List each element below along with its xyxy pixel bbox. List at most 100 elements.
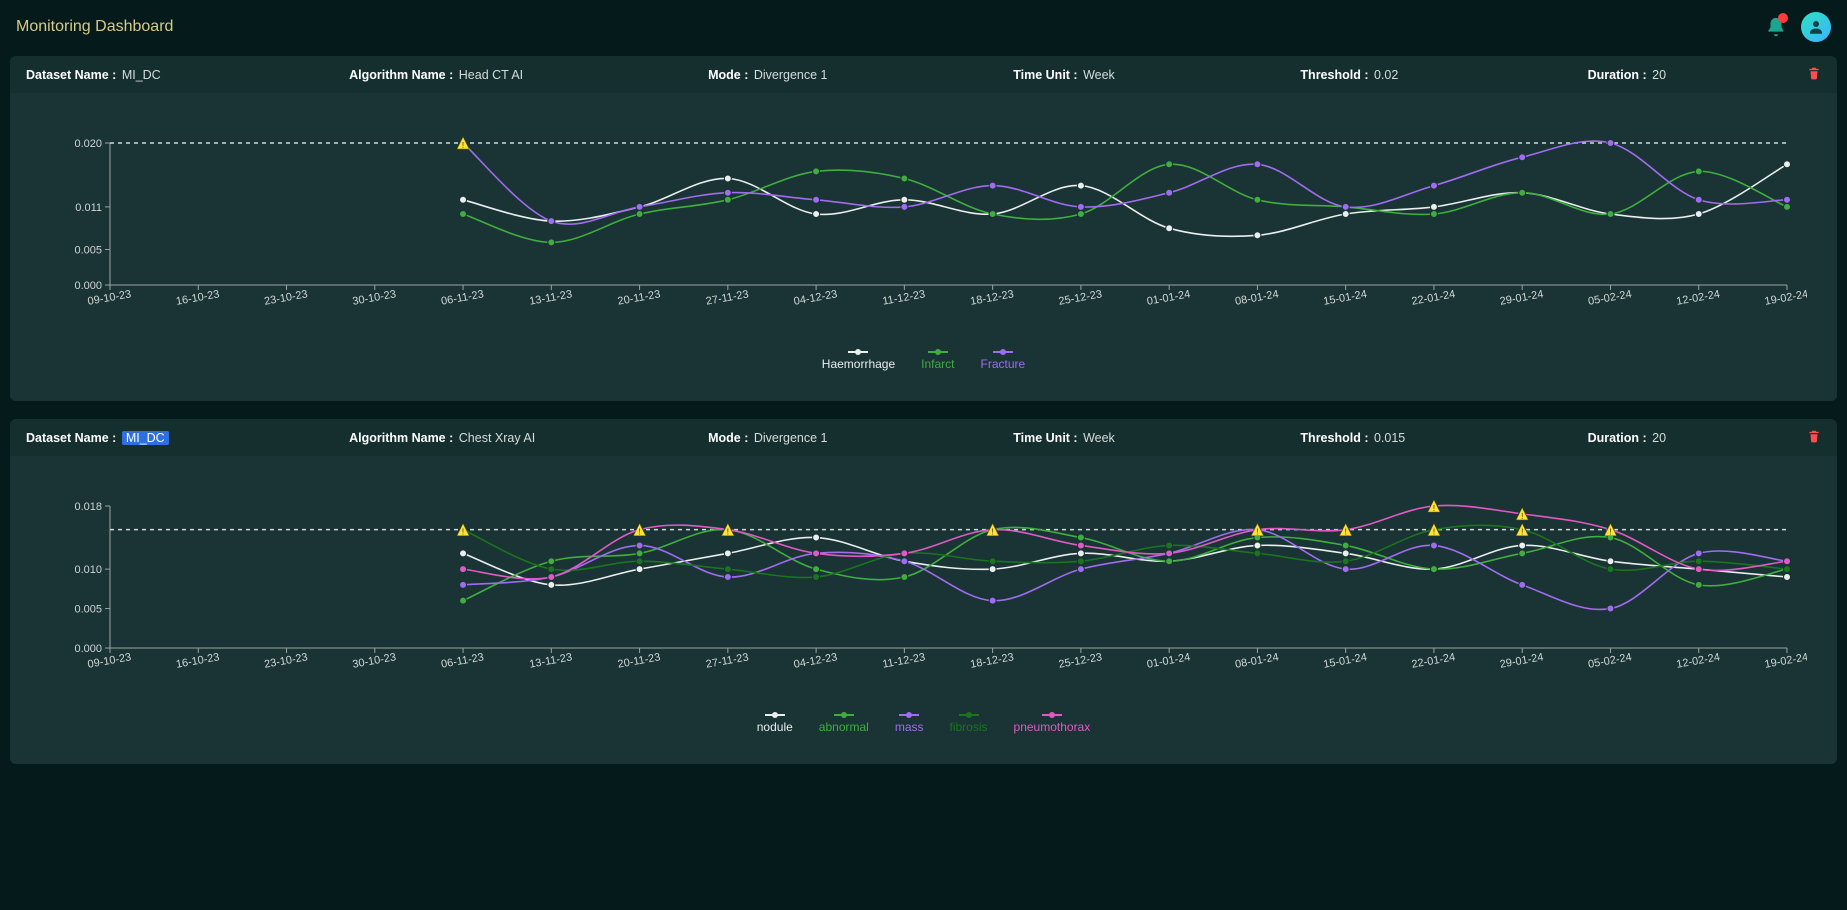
svg-text:16-10-23: 16-10-23 [175, 288, 220, 307]
panel-header: Dataset Name : MI_DC Algorithm Name : Ch… [10, 419, 1837, 456]
top-bar: Monitoring Dashboard [10, 8, 1837, 56]
user-icon [1807, 18, 1825, 36]
svg-text:!: ! [462, 528, 464, 537]
svg-text:25-12-23: 25-12-23 [1058, 651, 1103, 670]
svg-text:18-12-23: 18-12-23 [969, 288, 1014, 307]
svg-text:27-11-23: 27-11-23 [705, 288, 750, 307]
svg-text:23-10-23: 23-10-23 [263, 651, 308, 670]
user-avatar[interactable] [1801, 12, 1831, 42]
svg-text:08-01-24: 08-01-24 [1234, 651, 1279, 670]
notification-dot-icon [1778, 13, 1788, 23]
panel-body: 0.0000.0050.0110.02009-10-2316-10-2323-1… [10, 93, 1837, 401]
svg-text:0.000: 0.000 [74, 280, 102, 292]
svg-text:04-12-23: 04-12-23 [793, 288, 838, 307]
svg-text:20-11-23: 20-11-23 [617, 288, 662, 307]
legend-swatch-icon [899, 712, 919, 718]
duration-value: 20 [1652, 68, 1666, 82]
duration-label: Duration : [1588, 431, 1647, 445]
legend-swatch-icon [848, 349, 868, 355]
dataset-label: Dataset Name : [26, 431, 116, 445]
legend-item[interactable]: mass [895, 712, 924, 734]
mode-label: Mode : [708, 431, 748, 445]
trash-icon [1807, 429, 1821, 443]
legend-label: Infarct [921, 357, 954, 371]
algorithm-value: Head CT AI [459, 68, 523, 82]
delete-button[interactable] [1807, 66, 1821, 83]
top-icons [1765, 12, 1831, 42]
legend-label: Haemorrhage [822, 357, 895, 371]
monitor-panel: Dataset Name : MI_DC Algorithm Name : He… [10, 56, 1837, 401]
timeunit-value: Week [1083, 68, 1115, 82]
chart-legend: Haemorrhage Infarct Fracture [40, 349, 1807, 371]
svg-text:0.020: 0.020 [74, 138, 102, 150]
dataset-value: MI_DC [122, 68, 161, 82]
legend-item[interactable]: pneumothorax [1014, 712, 1091, 734]
svg-text:!: ! [1433, 528, 1435, 537]
legend-swatch-icon [765, 712, 785, 718]
svg-text:!: ! [462, 141, 464, 150]
legend-item[interactable]: fibrosis [950, 712, 988, 734]
legend-item[interactable]: Infarct [921, 349, 954, 371]
notifications-button[interactable] [1765, 16, 1787, 38]
svg-text:30-10-23: 30-10-23 [352, 288, 397, 307]
svg-text:11-12-23: 11-12-23 [882, 651, 927, 670]
svg-text:!: ! [1521, 528, 1523, 537]
threshold-label: Threshold : [1300, 431, 1368, 445]
panel-body: 0.0000.0050.0100.01809-10-2316-10-2323-1… [10, 456, 1837, 764]
timeunit-label: Time Unit : [1013, 431, 1077, 445]
svg-text:06-11-23: 06-11-23 [440, 651, 485, 670]
legend-item[interactable]: abnormal [819, 712, 869, 734]
legend-swatch-icon [834, 712, 854, 718]
divergence-chart[interactable]: 0.0000.0050.0100.01809-10-2316-10-2323-1… [40, 496, 1807, 706]
timeunit-label: Time Unit : [1013, 68, 1077, 82]
svg-text:08-01-24: 08-01-24 [1234, 288, 1279, 307]
svg-text:0.011: 0.011 [75, 202, 102, 214]
legend-label: mass [895, 720, 924, 734]
svg-text:!: ! [1521, 512, 1523, 521]
legend-item[interactable]: nodule [757, 712, 793, 734]
legend-item[interactable]: Haemorrhage [822, 349, 895, 371]
svg-text:0.000: 0.000 [74, 643, 102, 655]
trash-icon [1807, 66, 1821, 80]
legend-label: Fracture [981, 357, 1026, 371]
svg-text:01-01-24: 01-01-24 [1146, 288, 1191, 307]
algorithm-label: Algorithm Name : [349, 431, 453, 445]
svg-text:13-11-23: 13-11-23 [528, 288, 573, 307]
duration-label: Duration : [1588, 68, 1647, 82]
svg-text:15-01-24: 15-01-24 [1322, 288, 1367, 307]
svg-text:0.010: 0.010 [74, 564, 102, 576]
svg-text:22-01-24: 22-01-24 [1411, 651, 1456, 670]
svg-text:29-01-24: 29-01-24 [1499, 288, 1544, 307]
svg-text:0.005: 0.005 [74, 604, 102, 616]
svg-text:04-12-23: 04-12-23 [793, 651, 838, 670]
svg-text:11-12-23: 11-12-23 [882, 288, 927, 307]
legend-swatch-icon [959, 712, 979, 718]
svg-text:30-10-23: 30-10-23 [352, 651, 397, 670]
svg-text:!: ! [1256, 528, 1258, 537]
legend-item[interactable]: Fracture [981, 349, 1026, 371]
svg-text:22-01-24: 22-01-24 [1411, 288, 1456, 307]
svg-text:05-02-24: 05-02-24 [1587, 288, 1632, 307]
legend-swatch-icon [928, 349, 948, 355]
legend-swatch-icon [1042, 712, 1062, 718]
svg-text:19-02-24: 19-02-24 [1764, 288, 1807, 307]
svg-text:01-01-24: 01-01-24 [1146, 651, 1191, 670]
legend-label: abnormal [819, 720, 869, 734]
svg-text:18-12-23: 18-12-23 [969, 651, 1014, 670]
timeunit-value: Week [1083, 431, 1115, 445]
page-title: Monitoring Dashboard [16, 18, 173, 36]
mode-value: Divergence 1 [754, 431, 828, 445]
svg-text:23-10-23: 23-10-23 [263, 288, 308, 307]
svg-text:05-02-24: 05-02-24 [1587, 651, 1632, 670]
chart-legend: nodule abnormal mass fibrosis pneumothorax [40, 712, 1807, 734]
svg-text:12-02-24: 12-02-24 [1675, 288, 1720, 307]
legend-label: pneumothorax [1014, 720, 1091, 734]
monitor-panel: Dataset Name : MI_DC Algorithm Name : Ch… [10, 419, 1837, 764]
algorithm-label: Algorithm Name : [349, 68, 453, 82]
svg-text:16-10-23: 16-10-23 [175, 651, 220, 670]
legend-label: nodule [757, 720, 793, 734]
delete-button[interactable] [1807, 429, 1821, 446]
svg-text:12-02-24: 12-02-24 [1675, 651, 1720, 670]
divergence-chart[interactable]: 0.0000.0050.0110.02009-10-2316-10-2323-1… [40, 133, 1807, 343]
svg-text:!: ! [727, 528, 729, 537]
